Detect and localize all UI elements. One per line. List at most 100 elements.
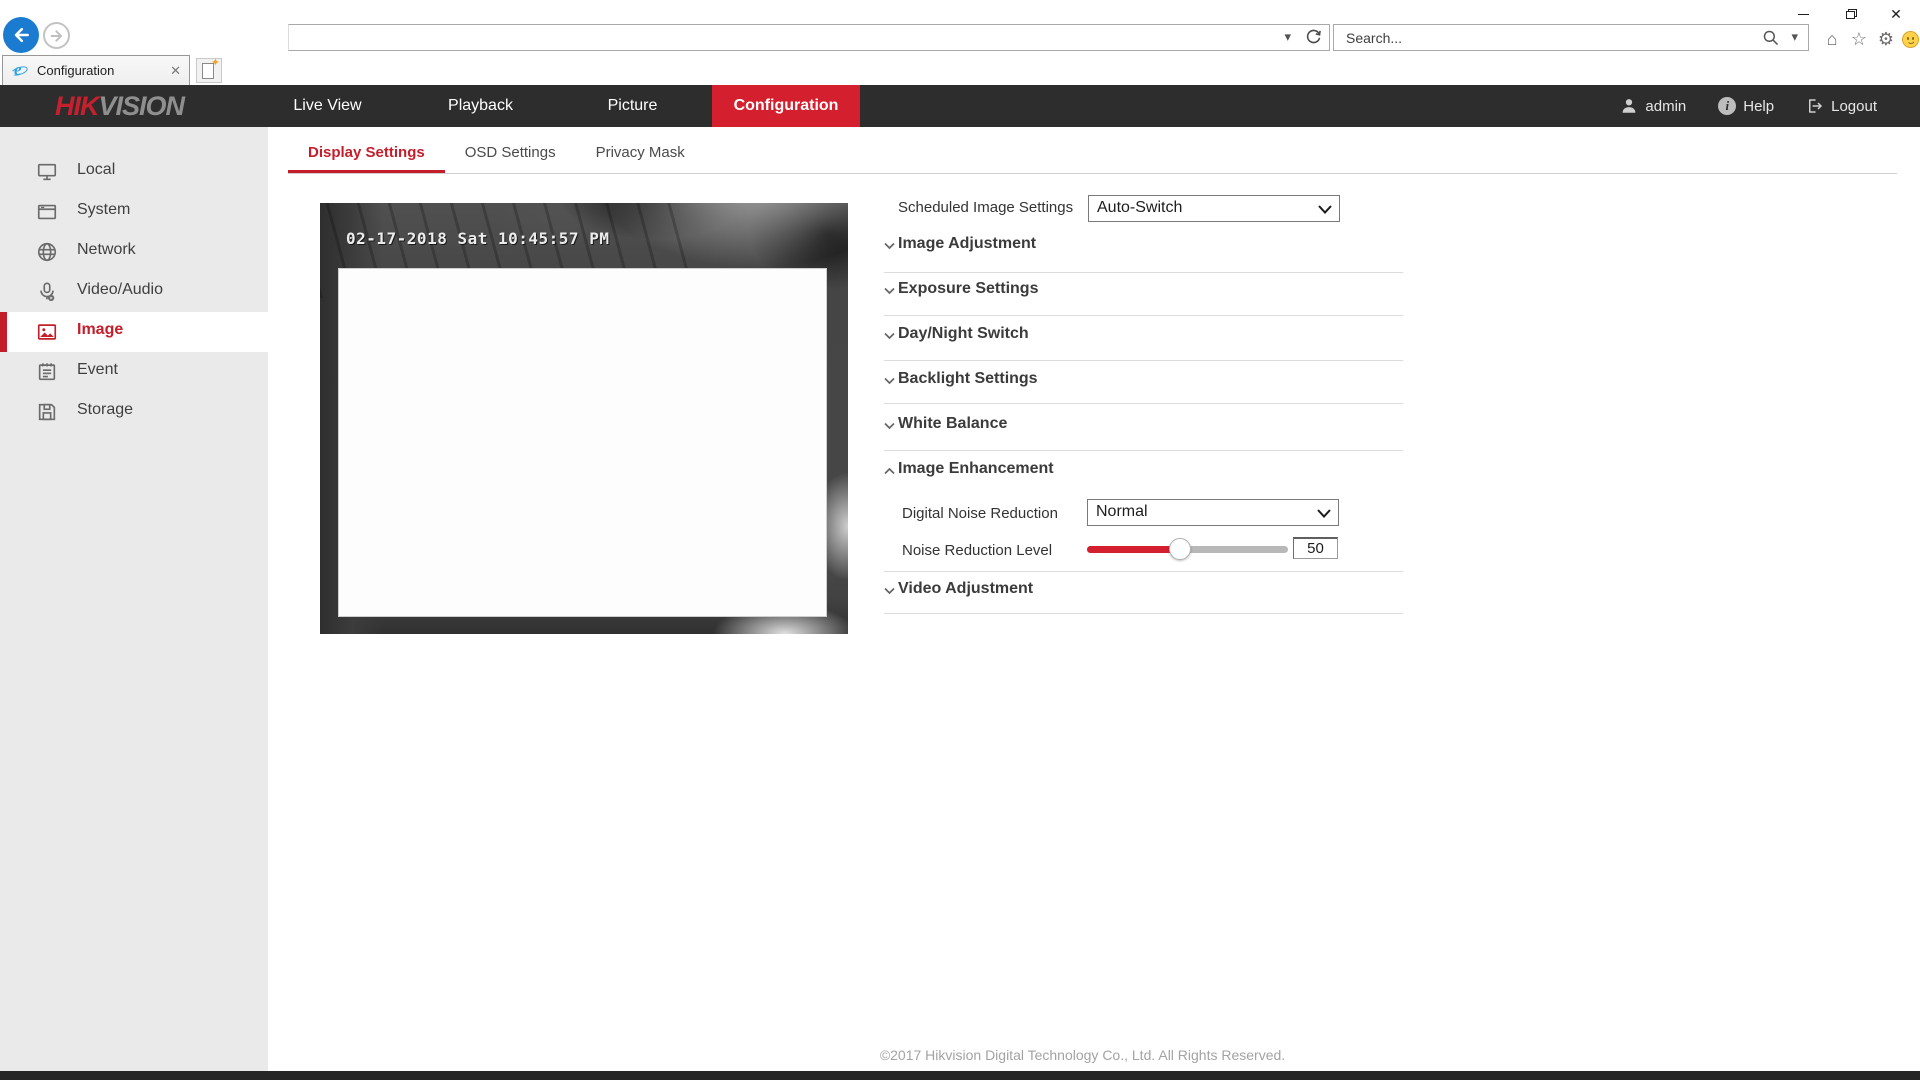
window-close-button[interactable]: ✕ (1882, 3, 1910, 25)
tab-title: Configuration (37, 63, 115, 78)
digital-noise-reduction-select[interactable]: Normal (1087, 499, 1339, 526)
settings-tabs: Display Settings OSD Settings Privacy Ma… (288, 140, 705, 173)
nav-live-view[interactable]: Live View (255, 85, 400, 127)
minimize-icon (1797, 13, 1809, 15)
floppy-disk-icon (36, 401, 58, 423)
browser-forward-button[interactable] (43, 22, 70, 49)
search-input[interactable] (1346, 26, 1736, 49)
sidebar-item-label: Event (77, 361, 118, 378)
settings-gear-icon[interactable]: ⚙ (1874, 27, 1898, 51)
user-group: admin (1620, 97, 1686, 115)
internet-explorer-icon: e (10, 60, 29, 80)
sidebar-item-label: Network (77, 241, 136, 258)
osd-timestamp: 02-17-2018 Sat 10:45:57 PM (346, 229, 610, 248)
hikvision-logo: HIKVISION (55, 91, 185, 122)
tab-close-icon[interactable]: ✕ (170, 63, 181, 79)
window-restore-button[interactable] (1837, 3, 1865, 25)
privacy-mask-rectangle (338, 268, 827, 617)
chevron-down-icon (884, 587, 895, 595)
slider-thumb[interactable] (1169, 538, 1191, 560)
chevron-down-icon (884, 422, 895, 430)
selected-value: Normal (1096, 503, 1148, 520)
noise-reduction-level-slider[interactable] (1087, 538, 1288, 560)
tab-display-settings[interactable]: Display Settings (288, 140, 445, 173)
new-tab-button[interactable]: ✦ (196, 57, 222, 83)
chevron-down-icon (1317, 509, 1331, 518)
sidebar-item-label: System (77, 201, 131, 218)
chevron-down-icon (884, 287, 895, 295)
copyright-footer: ©2017 Hikvision Digital Technology Co., … (879, 1047, 1286, 1063)
sidebar-item-video-audio[interactable]: Video/Audio (0, 272, 268, 312)
info-icon: i (1718, 97, 1737, 115)
chevron-up-icon (884, 467, 895, 475)
new-tab-star-icon: ✦ (210, 57, 220, 69)
system-window-icon (36, 201, 58, 223)
bottom-bar (0, 1071, 1920, 1080)
logout-icon (1806, 97, 1824, 115)
hikvision-configuration-page: ▾ ▾ ✕ ⌂ ☆ ⚙ e Configuration ✕ (0, 0, 1920, 1080)
help-group[interactable]: i Help (1718, 97, 1774, 115)
tab-divider (288, 173, 1897, 174)
monitor-icon (36, 161, 58, 183)
camera-preview: 02-17-2018 Sat 10:45:57 PM (320, 203, 848, 634)
sidebar-item-label: Storage (77, 401, 134, 418)
address-dropdown-caret-icon[interactable]: ▾ (1284, 29, 1291, 45)
microphone-icon (36, 281, 58, 303)
noise-reduction-level-value[interactable]: 50 (1293, 537, 1338, 559)
tab-osd-settings[interactable]: OSD Settings (445, 140, 576, 173)
noise-reduction-level-label: Noise Reduction Level (902, 542, 1053, 559)
back-arrow-icon (11, 25, 31, 45)
forward-arrow-icon (49, 28, 65, 44)
address-input[interactable] (295, 26, 1255, 49)
image-settings-panel: Scheduled Image Settings Auto-Switch Ima… (884, 190, 1404, 626)
close-icon: ✕ (1890, 5, 1902, 22)
sidebar-item-label: Image (77, 321, 124, 338)
chevron-down-icon (884, 332, 895, 340)
nav-playback[interactable]: Playback (408, 85, 553, 127)
user-icon (1620, 97, 1638, 115)
main-content: Display Settings OSD Settings Privacy Ma… (268, 127, 1920, 1071)
nav-configuration[interactable]: Configuration (712, 85, 860, 127)
sidebar-item-label: Video/Audio (77, 281, 163, 298)
selected-value: Auto-Switch (1097, 199, 1183, 216)
sidebar: Local System Network Video/Audio Image E… (0, 127, 268, 1071)
feedback-smiley-icon[interactable] (1902, 31, 1919, 48)
favorites-star-icon[interactable]: ☆ (1847, 27, 1871, 51)
sidebar-item-storage[interactable]: Storage (0, 392, 268, 432)
nav-picture[interactable]: Picture (560, 85, 705, 127)
sidebar-item-event[interactable]: Event (0, 352, 268, 392)
logout-group[interactable]: Logout (1806, 97, 1877, 115)
sidebar-item-image[interactable]: Image (0, 312, 268, 352)
search-dropdown-caret-icon[interactable]: ▾ (1791, 29, 1798, 45)
picture-icon (36, 321, 58, 343)
chevron-down-icon (884, 242, 895, 250)
chevron-down-icon (884, 377, 895, 385)
search-box[interactable]: ▾ (1333, 24, 1809, 51)
address-bar[interactable]: ▾ (288, 24, 1330, 51)
globe-icon (36, 241, 58, 263)
search-icon[interactable] (1762, 29, 1780, 47)
home-icon[interactable]: ⌂ (1820, 27, 1844, 51)
browser-back-button[interactable] (3, 17, 39, 53)
logo-hik: HIK (55, 91, 99, 121)
event-note-icon (36, 361, 58, 383)
browser-tab-configuration[interactable]: e Configuration ✕ (2, 55, 190, 85)
logout-label: Logout (1831, 97, 1877, 115)
sidebar-item-network[interactable]: Network (0, 232, 268, 272)
browser-tab-bar: e Configuration ✕ ✦ (0, 55, 1920, 85)
window-minimize-button[interactable] (1789, 3, 1817, 25)
scheduled-image-settings-select[interactable]: Auto-Switch (1088, 195, 1340, 222)
slider-fill (1087, 546, 1180, 553)
user-name: admin (1645, 97, 1687, 115)
refresh-icon[interactable] (1304, 27, 1323, 46)
app-header: HIKVISION Live View Playback Picture Con… (0, 85, 1920, 127)
header-user-area: admin i Help Logout (1620, 85, 1877, 127)
sidebar-item-local[interactable]: Local (0, 152, 268, 192)
sidebar-item-system[interactable]: System (0, 192, 268, 232)
sidebar-item-label: Local (77, 161, 116, 178)
tab-privacy-mask[interactable]: Privacy Mask (576, 140, 705, 173)
scheduled-image-settings-label: Scheduled Image Settings (898, 199, 1074, 216)
digital-noise-reduction-label: Digital Noise Reduction (902, 505, 1058, 522)
restore-icon (1845, 9, 1857, 19)
chevron-down-icon (1318, 205, 1332, 214)
